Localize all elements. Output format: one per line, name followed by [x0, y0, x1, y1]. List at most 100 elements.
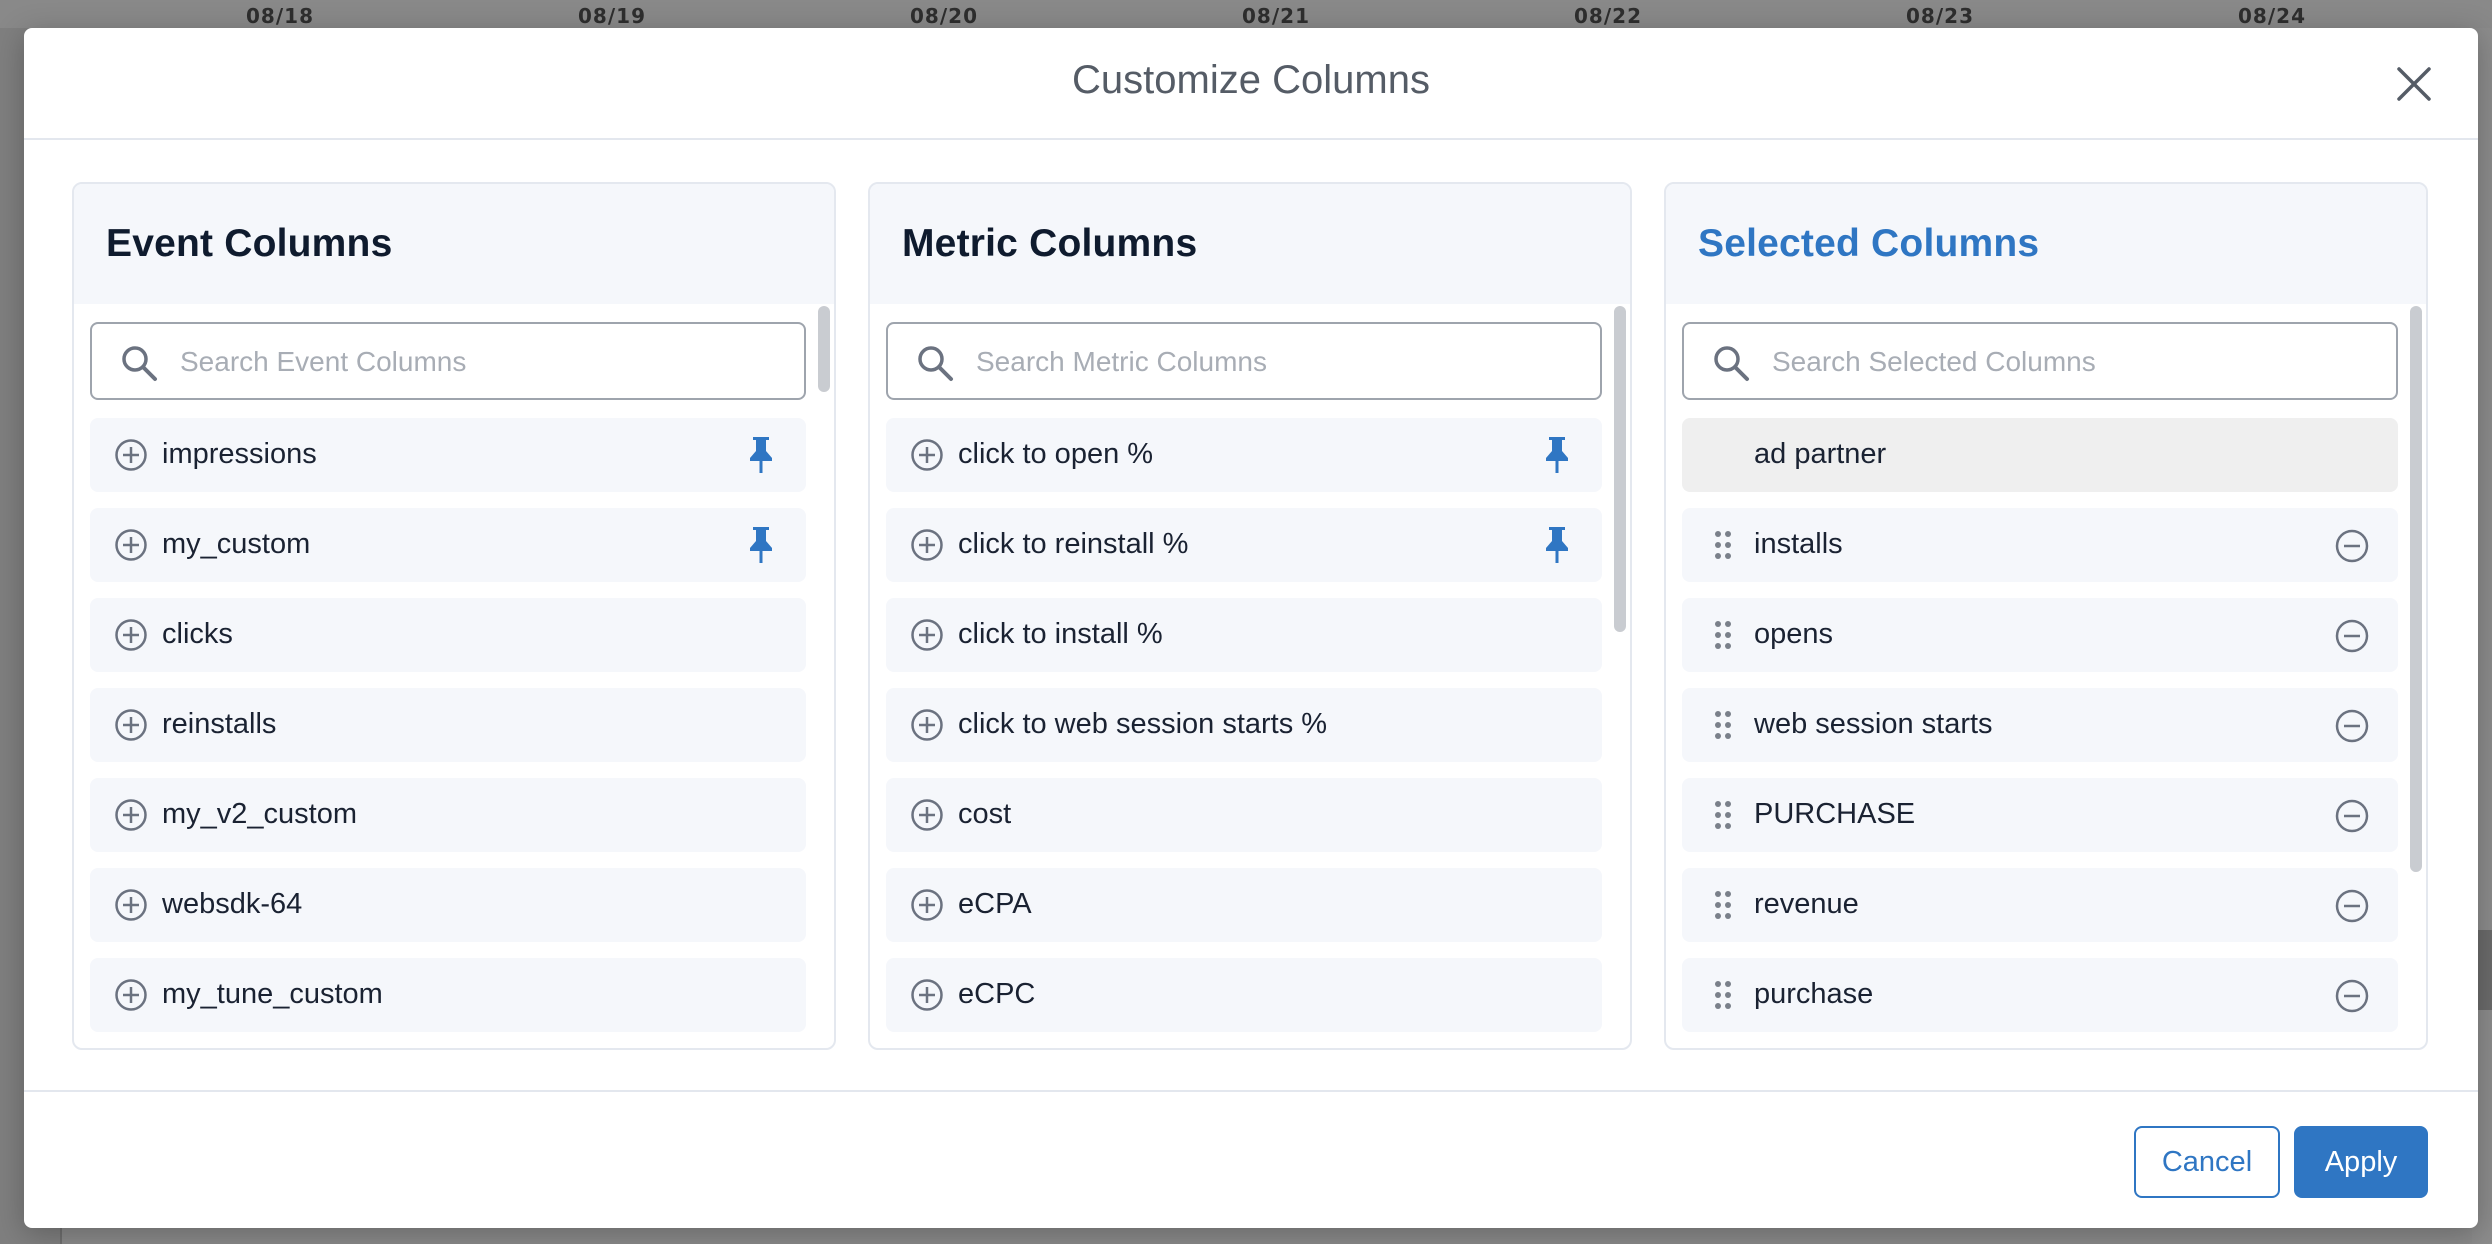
add-circle-icon[interactable] — [910, 978, 944, 1012]
remove-circle-icon[interactable] — [2334, 798, 2370, 834]
modal-footer: Cancel Apply — [24, 1090, 2478, 1228]
add-circle-icon[interactable] — [910, 708, 944, 742]
remove-circle-icon[interactable] — [2334, 708, 2370, 744]
column-label: impressions — [162, 438, 317, 470]
modal-title: Customize Columns — [1072, 58, 1430, 102]
scrollbar-thumb[interactable] — [818, 306, 830, 392]
background-right-block — [2476, 930, 2492, 1010]
search-selected-columns-input[interactable] — [1772, 338, 2372, 386]
metric-columns-search — [886, 322, 1602, 400]
close-button[interactable] — [2388, 58, 2440, 110]
column-label: click to reinstall % — [958, 528, 1189, 560]
pin-icon[interactable] — [1540, 524, 1574, 564]
pin-icon[interactable] — [744, 524, 778, 564]
selected-column-item-opens[interactable]: opens — [1682, 598, 2398, 672]
panel-header: Metric Columns — [870, 184, 1630, 304]
panel-title: Metric Columns — [902, 222, 1198, 265]
search-event-columns-input[interactable] — [180, 338, 780, 386]
column-label: click to open % — [958, 438, 1154, 470]
add-circle-icon[interactable] — [910, 438, 944, 472]
column-label: opens — [1754, 618, 1834, 650]
column-label: cost — [958, 798, 1012, 830]
selected-columns-list: ad partner installs opens web session st… — [1666, 304, 2426, 1048]
event-columns-search — [90, 322, 806, 400]
scrollbar[interactable] — [2410, 304, 2422, 1048]
add-circle-icon[interactable] — [114, 798, 148, 832]
metric-column-item-click-to-install[interactable]: click to install % — [886, 598, 1602, 672]
drag-handle-icon[interactable] — [1714, 530, 1732, 560]
search-icon — [1714, 346, 1749, 381]
background-date-label: 08/21 — [1242, 4, 1310, 28]
add-circle-icon[interactable] — [114, 978, 148, 1012]
selected-column-item-web-session-starts[interactable]: web session starts — [1682, 688, 2398, 762]
panel-title: Selected Columns — [1698, 222, 2040, 265]
pin-icon[interactable] — [744, 434, 778, 474]
drag-handle-icon[interactable] — [1714, 980, 1732, 1010]
event-columns-panel: Event Columns impressions my_custom — [72, 182, 836, 1050]
cancel-button[interactable]: Cancel — [2134, 1126, 2280, 1198]
background-date-label: 08/19 — [578, 4, 646, 28]
column-label: ad partner — [1754, 438, 1887, 470]
scrollbar-thumb[interactable] — [1614, 306, 1626, 632]
selected-column-item-purchase-upper[interactable]: PURCHASE — [1682, 778, 2398, 852]
metric-column-item-click-to-open[interactable]: click to open % — [886, 418, 1602, 492]
metric-column-item-ecpa[interactable]: eCPA — [886, 868, 1602, 942]
selected-column-item-revenue[interactable]: revenue — [1682, 868, 2398, 942]
add-circle-icon[interactable] — [114, 708, 148, 742]
event-column-item-clicks[interactable]: clicks — [90, 598, 806, 672]
scrollbar-thumb[interactable] — [2410, 306, 2422, 872]
scrollbar[interactable] — [1614, 304, 1626, 1048]
column-label: reinstalls — [162, 708, 277, 740]
metric-columns-panel: Metric Columns click to open % click to … — [868, 182, 1632, 1050]
add-circle-icon[interactable] — [114, 438, 148, 472]
column-label: clicks — [162, 618, 233, 650]
selected-columns-panel: Selected Columns ad partner installs ope — [1664, 182, 2428, 1050]
add-circle-icon[interactable] — [114, 528, 148, 562]
event-column-item-reinstalls[interactable]: reinstalls — [90, 688, 806, 762]
add-circle-icon[interactable] — [910, 888, 944, 922]
metric-columns-list: click to open % click to reinstall % cli… — [870, 304, 1630, 1048]
column-label: websdk-64 — [162, 888, 303, 920]
column-label: PURCHASE — [1754, 798, 1916, 830]
remove-circle-icon[interactable] — [2334, 618, 2370, 654]
event-column-item-impressions[interactable]: impressions — [90, 418, 806, 492]
apply-button[interactable]: Apply — [2294, 1126, 2428, 1198]
add-circle-icon[interactable] — [114, 888, 148, 922]
search-metric-columns-input[interactable] — [976, 338, 1576, 386]
remove-circle-icon[interactable] — [2334, 888, 2370, 924]
drag-handle-icon[interactable] — [1714, 620, 1732, 650]
event-column-item-websdk-64[interactable]: websdk-64 — [90, 868, 806, 942]
drag-handle-icon[interactable] — [1714, 890, 1732, 920]
selected-column-item-purchase[interactable]: purchase — [1682, 958, 2398, 1032]
add-circle-icon[interactable] — [910, 528, 944, 562]
pin-icon[interactable] — [1540, 434, 1574, 474]
column-label: my_tune_custom — [162, 978, 383, 1010]
event-column-item-my-tune-custom[interactable]: my_tune_custom — [90, 958, 806, 1032]
metric-column-item-click-to-reinstall[interactable]: click to reinstall % — [886, 508, 1602, 582]
background-date-label: 08/23 — [1906, 4, 1974, 28]
column-label: installs — [1754, 528, 1843, 560]
drag-handle-icon[interactable] — [1714, 800, 1732, 830]
remove-circle-icon[interactable] — [2334, 528, 2370, 564]
metric-column-item-cost[interactable]: cost — [886, 778, 1602, 852]
add-circle-icon[interactable] — [910, 618, 944, 652]
column-label: click to install % — [958, 618, 1163, 650]
remove-circle-icon[interactable] — [2334, 978, 2370, 1014]
column-label: revenue — [1754, 888, 1859, 920]
selected-column-item-installs[interactable]: installs — [1682, 508, 2398, 582]
event-column-item-my-v2-custom[interactable]: my_v2_custom — [90, 778, 806, 852]
customize-columns-modal: Customize Columns Event Columns impress — [24, 28, 2478, 1228]
metric-column-item-click-to-web-session-starts[interactable]: click to web session starts % — [886, 688, 1602, 762]
drag-handle-icon[interactable] — [1714, 710, 1732, 740]
background-date-label: 08/24 — [2238, 4, 2306, 28]
panel-header: Selected Columns — [1666, 184, 2426, 304]
scrollbar[interactable] — [818, 304, 830, 1048]
add-circle-icon[interactable] — [910, 798, 944, 832]
selected-column-item-ad-partner: ad partner — [1682, 418, 2398, 492]
modal-header: Customize Columns — [24, 28, 2478, 140]
background-date-label: 08/20 — [910, 4, 978, 28]
metric-column-item-ecpc[interactable]: eCPC — [886, 958, 1602, 1032]
event-column-item-my-custom[interactable]: my_custom — [90, 508, 806, 582]
add-circle-icon[interactable] — [114, 618, 148, 652]
background-date-axis: 08/18 08/19 08/20 08/21 08/22 08/23 08/2… — [0, 0, 2492, 28]
